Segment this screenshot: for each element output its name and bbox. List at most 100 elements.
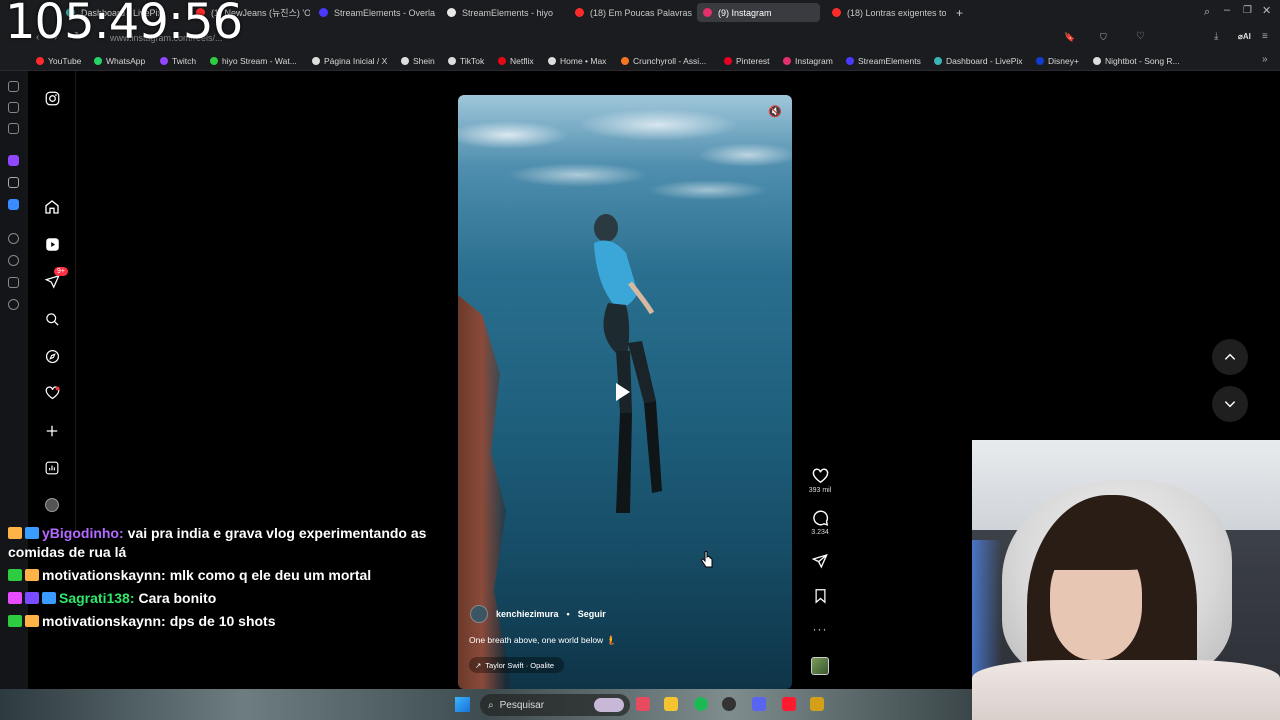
- app-icon[interactable]: [810, 697, 824, 711]
- notifications-heart-icon[interactable]: [44, 385, 60, 401]
- youtube-icon: [36, 57, 44, 65]
- clock-icon[interactable]: [8, 255, 19, 266]
- heart-icon[interactable]: [812, 468, 829, 485]
- tab-lontras[interactable]: (18) Lontras exigentes ton: [826, 3, 946, 22]
- nightbot-icon: [1093, 57, 1101, 65]
- create-icon[interactable]: [44, 423, 60, 439]
- ai-button[interactable]: ⌀AI: [1238, 32, 1251, 41]
- bookmark-youtube[interactable]: YouTube: [36, 56, 81, 66]
- bookmark-x[interactable]: Página Inicial / X: [312, 56, 387, 66]
- bookmark-twitch[interactable]: Twitch: [160, 56, 196, 66]
- bookmark-netflix[interactable]: Netflix: [498, 56, 534, 66]
- ai-sidebar-icon[interactable]: [8, 81, 19, 92]
- explore-icon[interactable]: [44, 348, 60, 364]
- bookmark-pinterest[interactable]: Pinterest: [724, 56, 770, 66]
- previous-reel-button[interactable]: [1212, 339, 1248, 375]
- bookmark-icon[interactable]: 🔖: [1064, 32, 1075, 43]
- bookmark-icon[interactable]: [813, 588, 828, 604]
- chevron-down-icon: [1224, 401, 1236, 408]
- bookmark-instagram[interactable]: Instagram: [783, 56, 833, 66]
- streamelements-icon: [447, 8, 456, 17]
- disney-icon: [1036, 57, 1044, 65]
- close-icon[interactable]: ✕: [1262, 4, 1271, 17]
- play-icon[interactable]: [616, 383, 630, 401]
- tab-streamelements-hiyo[interactable]: StreamElements - hiyo: [441, 3, 566, 22]
- opera-gx-icon[interactable]: [782, 697, 796, 711]
- taskbar: ⌕ Pesquisar: [0, 689, 972, 720]
- tab-em-poucas-palavras[interactable]: (18) Em Poucas Palavras: [569, 3, 694, 22]
- bookmarks-bar: YouTube WhatsApp Twitch hiyo Stream - Wa…: [0, 52, 1280, 71]
- download-icon[interactable]: ⤓: [1214, 31, 1218, 42]
- author-username[interactable]: kenchiezimura: [496, 609, 559, 619]
- home-icon[interactable]: [44, 199, 60, 215]
- follow-button[interactable]: Seguir: [578, 609, 606, 619]
- audio-thumbnail[interactable]: [806, 657, 834, 675]
- shield-icon[interactable]: ⛉: [1100, 32, 1107, 43]
- more-options-icon[interactable]: ···: [806, 622, 834, 636]
- search-tabs-icon[interactable]: ⌕: [1204, 6, 1210, 19]
- diver-figure: [594, 214, 662, 513]
- twitch-icon[interactable]: [8, 155, 19, 166]
- share-action[interactable]: [806, 553, 834, 571]
- netflix-icon: [498, 57, 506, 65]
- emote-icon: [25, 569, 39, 581]
- search-icon[interactable]: [44, 311, 60, 327]
- save-action[interactable]: [806, 588, 834, 606]
- bookmark-shein[interactable]: Shein: [401, 56, 435, 66]
- reel-caption: One breath above, one world below 🧜: [469, 635, 617, 645]
- x-icon: [312, 57, 320, 65]
- instagram-logo-icon[interactable]: [44, 90, 60, 106]
- discord-icon[interactable]: [752, 697, 766, 711]
- heart-icon[interactable]: ♡: [1136, 31, 1145, 42]
- player-icon[interactable]: [8, 233, 19, 244]
- app-icon[interactable]: [636, 697, 650, 711]
- obs-icon[interactable]: [722, 697, 736, 711]
- bag-icon[interactable]: [8, 102, 19, 113]
- bookmark-max[interactable]: Home • Max: [548, 56, 606, 66]
- bookmark-whatsapp[interactable]: WhatsApp: [94, 56, 145, 66]
- file-explorer-icon[interactable]: [664, 697, 678, 711]
- comment-icon[interactable]: [812, 510, 829, 527]
- tier-badge-icon: [25, 592, 39, 604]
- spotify-icon[interactable]: [694, 697, 708, 711]
- extensions-icon[interactable]: [8, 277, 19, 288]
- reel-video[interactable]: 🔇 kenchiezimura • Seguir One breath abov…: [458, 95, 792, 689]
- comment-action[interactable]: 3.234: [806, 510, 834, 536]
- bookmark-hiyo-stream[interactable]: hiyo Stream - Wat...: [210, 56, 297, 66]
- webcam-feed: [972, 440, 1280, 720]
- notification-badge: 9+: [54, 267, 68, 276]
- bookmark-streamelements[interactable]: StreamElements: [846, 56, 921, 66]
- next-reel-button[interactable]: [1212, 386, 1248, 422]
- bookmark-nightbot[interactable]: Nightbot - Song R...: [1093, 56, 1180, 66]
- maximize-icon[interactable]: ❐: [1243, 5, 1252, 16]
- messages-icon[interactable]: 9+: [44, 267, 68, 289]
- tab-streamelements-overlay[interactable]: StreamElements - Overla: [313, 3, 438, 22]
- taskbar-search[interactable]: ⌕ Pesquisar: [480, 694, 630, 716]
- bookmark-crunchyroll[interactable]: Crunchyroll - Assi...: [621, 56, 706, 66]
- mute-icon[interactable]: 🔇: [768, 105, 782, 118]
- comment-count: 3.234: [811, 529, 829, 536]
- new-tab-button[interactable]: +: [950, 3, 968, 22]
- bookmark-disney[interactable]: Disney+: [1036, 56, 1079, 66]
- minimize-icon[interactable]: –: [1224, 4, 1230, 16]
- profile-avatar[interactable]: [44, 497, 60, 513]
- chat-message: motivationskaynn: mlk como q ele deu um m…: [8, 566, 448, 585]
- windows-start-icon[interactable]: [455, 697, 470, 712]
- sub-badge-icon: [25, 527, 39, 539]
- bookmark-livepix[interactable]: Dashboard - LivePix: [934, 56, 1023, 66]
- more-bookmarks-icon[interactable]: »: [1262, 54, 1268, 65]
- bookmark-tiktok[interactable]: TikTok: [448, 56, 484, 66]
- share-icon[interactable]: [812, 553, 828, 569]
- audio-pill[interactable]: ↗ Taylor Swift · Opalite: [469, 657, 565, 673]
- coral-reef: [458, 295, 512, 689]
- x-icon[interactable]: [8, 177, 19, 188]
- like-action[interactable]: 393 mil: [806, 468, 834, 494]
- history-icon[interactable]: [8, 123, 19, 134]
- settings-icon[interactable]: [8, 299, 19, 310]
- app-icon[interactable]: [8, 199, 19, 210]
- dashboard-icon[interactable]: [44, 460, 60, 476]
- author-avatar[interactable]: [470, 605, 488, 623]
- tab-instagram[interactable]: (9) Instagram: [697, 3, 820, 22]
- reels-icon[interactable]: [44, 236, 60, 252]
- menu-icon[interactable]: ≡: [1262, 31, 1268, 42]
